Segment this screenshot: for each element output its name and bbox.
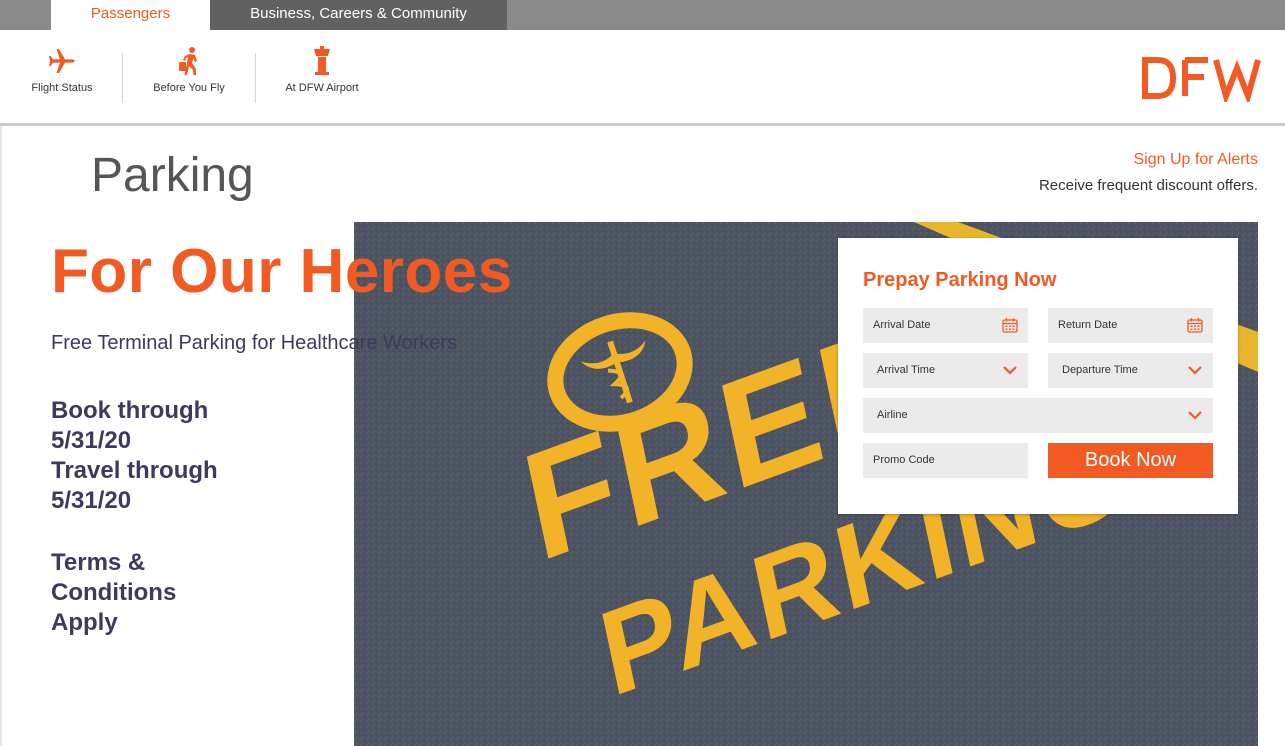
left-border	[0, 126, 2, 746]
book-now-button[interactable]: Book Now	[1048, 443, 1213, 478]
nav-divider	[122, 53, 123, 103]
nav-flight-status[interactable]: Flight Status	[12, 46, 112, 94]
prepay-parking-form: Prepay Parking Now Arrival Date Return D…	[838, 238, 1238, 514]
offer-line: 5/31/20	[51, 487, 132, 514]
traveler-icon	[179, 47, 197, 75]
nav-at-dfw-airport-label: At DFW Airport	[285, 82, 359, 94]
departure-time-select[interactable]: Departure Time	[1048, 353, 1213, 388]
page-title: Parking	[91, 149, 254, 202]
terms-line: Apply	[51, 609, 118, 636]
offer-dates: Book through 5/31/20 Travel through 5/31…	[51, 396, 218, 516]
plane-icon	[49, 49, 75, 73]
return-date-field[interactable]: Return Date	[1048, 308, 1213, 343]
sign-up-alerts-link[interactable]: Sign Up for Alerts	[1134, 151, 1259, 169]
return-date-placeholder: Return Date	[1058, 319, 1118, 331]
nav-before-you-fly[interactable]: Before You Fly	[139, 46, 239, 94]
departure-time-placeholder: Departure Time	[1062, 364, 1138, 376]
offer-line: 5/31/20	[51, 427, 132, 454]
promo-code-placeholder: Promo Code	[873, 454, 935, 466]
terms-conditions[interactable]: Terms & Conditions Apply	[51, 548, 176, 638]
nav-flight-status-label: Flight Status	[31, 82, 93, 94]
main-nav: Flight Status Before You Fly At DFW Airp…	[0, 30, 1285, 126]
calendar-icon[interactable]	[1187, 317, 1203, 333]
booking-title: Prepay Parking Now	[863, 269, 1057, 291]
top-tab-bar: Passengers Business, Careers & Community	[0, 0, 1285, 30]
nav-divider	[255, 53, 256, 103]
nav-at-dfw-airport[interactable]: At DFW Airport	[272, 46, 372, 94]
arrival-time-placeholder: Arrival Time	[877, 364, 936, 376]
alerts-description: Receive frequent discount offers.	[1038, 177, 1258, 194]
offer-line: Book through	[51, 397, 209, 424]
airline-placeholder: Airline	[877, 409, 908, 421]
tab-business-careers-community[interactable]: Business, Careers & Community	[210, 0, 507, 30]
offer-line: Travel through	[51, 457, 218, 484]
calendar-icon[interactable]	[1002, 317, 1018, 333]
tab-passengers[interactable]: Passengers	[51, 0, 210, 30]
tower-icon	[314, 46, 330, 75]
dfw-logo[interactable]	[1138, 54, 1262, 102]
promo-code-field[interactable]: Promo Code	[863, 443, 1028, 478]
arrival-time-select[interactable]: Arrival Time	[863, 353, 1028, 388]
terms-line: Terms &	[51, 549, 146, 576]
chevron-down-icon	[1188, 366, 1202, 375]
hero-heading: For Our Heroes	[51, 237, 513, 306]
chevron-down-icon	[1188, 411, 1202, 420]
airline-select[interactable]: Airline	[863, 398, 1213, 433]
arrival-date-field[interactable]: Arrival Date	[863, 308, 1028, 343]
nav-before-you-fly-label: Before You Fly	[153, 82, 225, 94]
chevron-down-icon	[1003, 366, 1017, 375]
terms-line: Conditions	[51, 579, 177, 606]
hero-subheading: Free Terminal Parking for Healthcare Wor…	[51, 332, 458, 354]
arrival-date-placeholder: Arrival Date	[873, 319, 931, 331]
